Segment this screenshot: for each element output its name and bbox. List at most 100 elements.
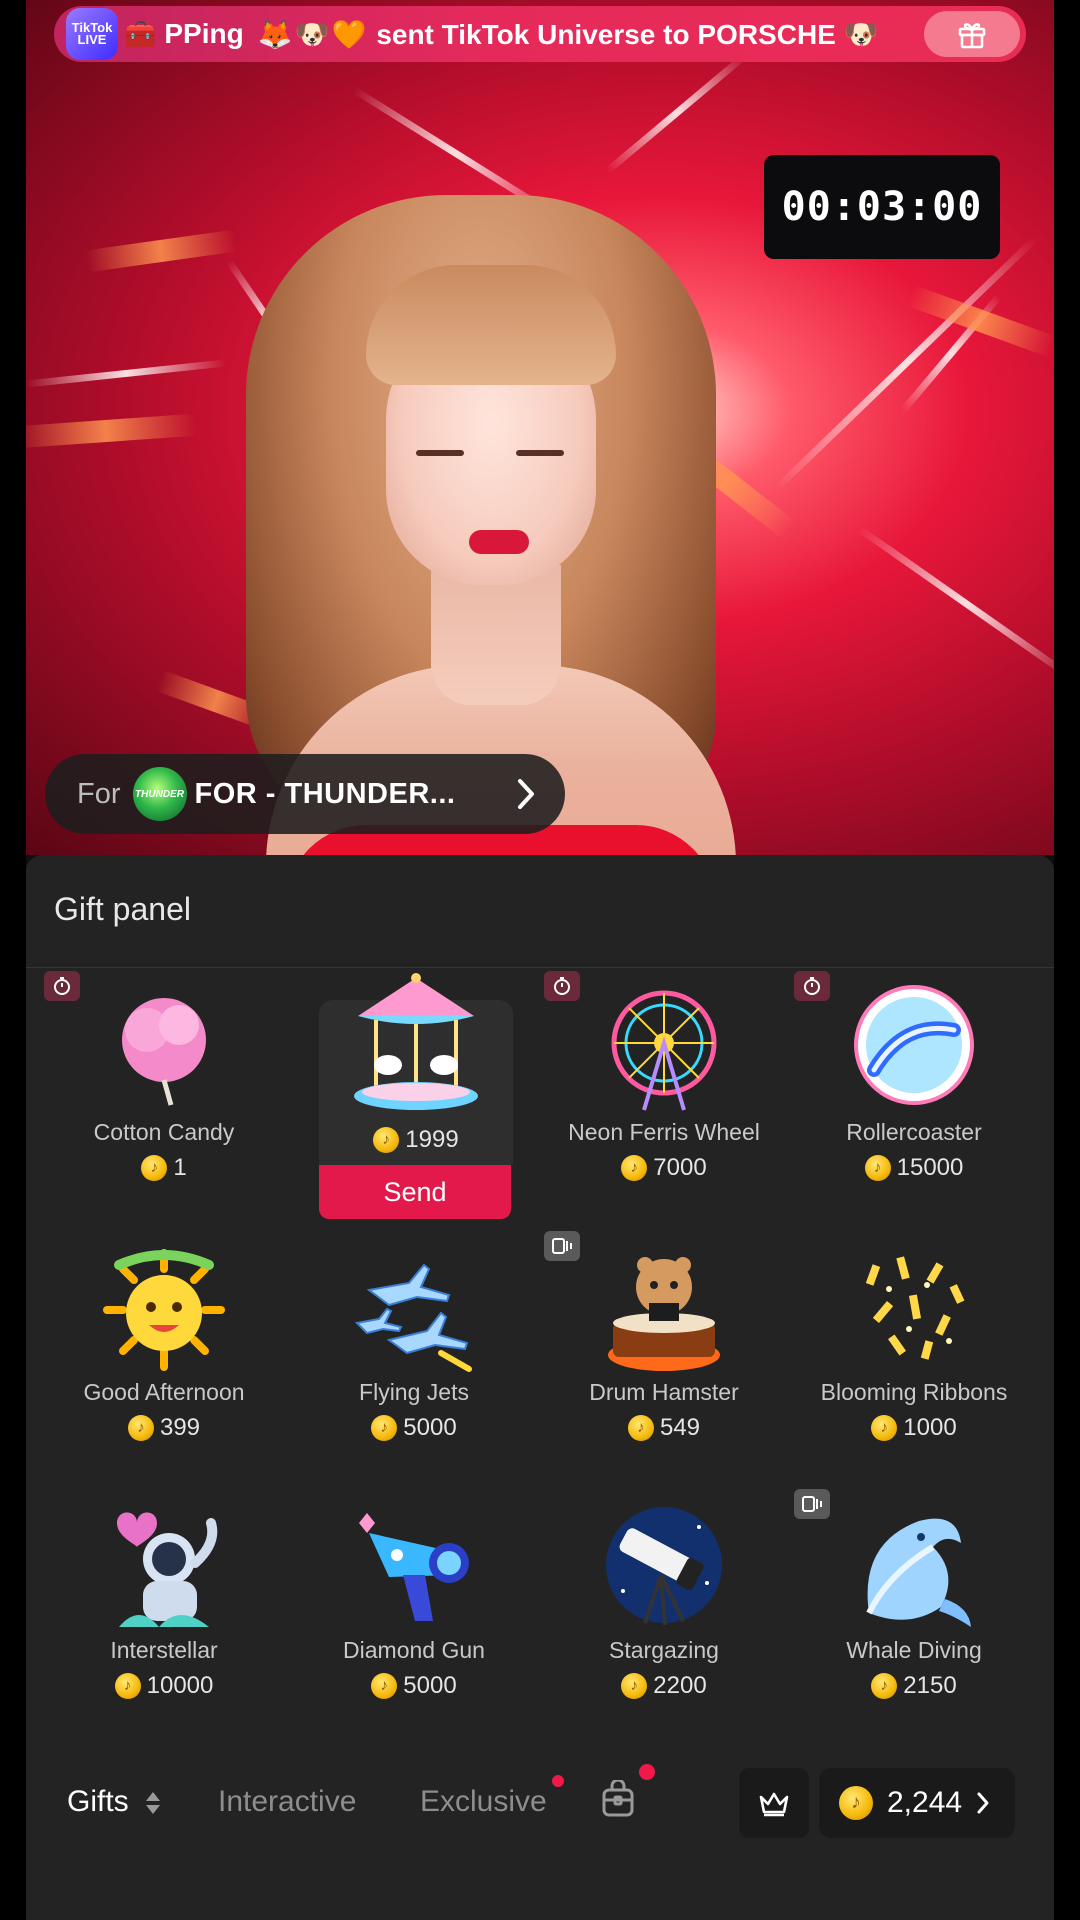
sender-name: PPing [164,18,244,49]
gift-price: 549 [564,1414,764,1442]
gift-name: Diamond Gun [343,1637,485,1663]
sort-icon [146,1792,161,1815]
recipient-name: FOR - THUNDER... [194,777,456,810]
streamer-bangs [366,265,616,385]
tab-interactive[interactable]: Interactive [218,1785,356,1819]
light-beam [26,359,226,388]
streamer-eye [416,450,464,456]
crown-icon [759,1792,789,1817]
gift-drum-hamster[interactable]: Drum Hamster 549 [544,1231,764,1442]
coin-icon [621,1155,648,1181]
gift-name: Good Afternoon [83,1379,245,1405]
gift-blooming-ribbons[interactable]: Blooming Ribbons 1000 [814,1245,1014,1442]
gift-box-icon [958,23,986,49]
panel-title: Gift panel [54,891,191,927]
gift-price: 5000 [314,1414,514,1442]
gift-good-afternoon[interactable]: Good Afternoon 399 [64,1245,264,1442]
gift-name: Cotton Candy [93,1119,235,1145]
whale-icon [849,1503,979,1633]
gift-price: 1 [64,1154,264,1182]
subscription-button[interactable] [739,1768,809,1838]
cotton-candy-icon [99,985,229,1115]
tab-gifts[interactable]: Gifts [67,1785,161,1819]
gift-price: 2150 [814,1672,1014,1700]
light-beam [604,52,748,175]
light-beam [774,235,1038,492]
backpack-button[interactable] [600,1778,636,1823]
gift-diamond-gun[interactable]: Diamond Gun 5000 [314,1503,514,1700]
coin-icon [114,1673,141,1699]
coin-icon [871,1673,898,1699]
gift-price: 10000 [64,1672,264,1700]
gift-price: 1999 [319,1126,513,1154]
tab-exclusive[interactable]: Exclusive [420,1785,547,1819]
live-video[interactable] [26,0,1054,855]
video-badge-icon [544,1231,580,1261]
coin-balance-button[interactable]: 2,244 [819,1768,1015,1838]
gift-cotton-candy[interactable]: Cotton Candy 1 [44,971,264,1182]
coin-balance: 2,244 [887,1786,963,1819]
recipient-selector[interactable]: For THUNDER FOR - THUNDER... [45,754,565,834]
telescope-icon [599,1503,729,1633]
coin-icon [839,1786,873,1820]
treasure-chest-icon: 🧰 [124,18,157,49]
selected-gift-card: 1999 [319,973,513,1165]
gift-carousel-selected[interactable]: 1999 Send [319,973,513,1219]
tab-gifts-label: Gifts [67,1785,129,1818]
streamer-eye [516,450,564,456]
panel-divider [26,967,1054,968]
carousel-icon [346,970,486,1120]
gift-notification-banner[interactable]: TikTok LIVE 🧰 PPing 🦊🐶🧡 sent TikTok Univ… [54,6,1026,62]
gift-name: Flying Jets [359,1379,469,1405]
gift-neon-ferris-wheel[interactable]: Neon Ferris Wheel 7000 [544,971,764,1182]
gift-price: 399 [64,1414,264,1442]
rollercoaster-icon [849,985,979,1115]
gift-name: Whale Diving [846,1637,982,1663]
coin-icon [871,1415,898,1441]
gift-stargazing[interactable]: Stargazing 2200 [564,1503,764,1700]
gift-whale-diving[interactable]: Whale Diving 2150 [794,1489,1014,1700]
timer-badge-icon [794,971,830,1001]
gift-interstellar[interactable]: Interstellar 10000 [64,1503,264,1700]
notification-message: sent TikTok Universe to PORSCHE 🐶 [376,18,879,50]
gift-name: Neon Ferris Wheel [568,1119,760,1145]
gift-price: 15000 [814,1154,1014,1182]
streamer-neck [431,565,561,705]
coin-icon [621,1673,648,1699]
tiktok-live-logo: TikTok LIVE [66,8,118,60]
light-bar [85,229,237,273]
timer-badge-icon [44,971,80,1001]
exclusive-notification-dot [552,1775,564,1787]
gift-rollercoaster[interactable]: Rollercoaster 15000 [794,971,1014,1182]
live-stream-frame: TikTok LIVE 🧰 PPing 🦊🐶🧡 sent TikTok Univ… [26,0,1054,1920]
send-button[interactable]: Send [319,1165,511,1219]
light-bar [26,413,197,449]
ferris-wheel-icon [599,985,729,1115]
gift-name: Stargazing [609,1637,719,1663]
gift-name: Interstellar [110,1637,218,1663]
diamond-gun-icon [349,1503,479,1633]
gift-price: 1000 [814,1414,1014,1442]
coin-icon [627,1415,654,1441]
coin-icon [127,1415,154,1441]
gift-name: Blooming Ribbons [820,1379,1008,1405]
hamster-icon [599,1245,729,1375]
jets-icon [349,1245,479,1375]
light-beam [857,526,1054,681]
sun-icon [99,1245,229,1375]
coin-icon [371,1415,398,1441]
coin-icon [141,1155,168,1181]
gift-price: 7000 [564,1154,764,1182]
timer-badge-icon [544,971,580,1001]
video-badge-icon [794,1489,830,1519]
chevron-right-icon [977,1792,989,1814]
ribbons-icon [849,1245,979,1375]
gift-name: Rollercoaster [846,1119,982,1145]
backpack-icon [602,1778,634,1817]
gift-price: 5000 [314,1672,514,1700]
coin-icon [371,1673,398,1699]
gift-name: Drum Hamster [589,1379,739,1405]
gift-box-button[interactable] [924,11,1020,57]
recipient-avatar: THUNDER [132,767,187,821]
gift-flying-jets[interactable]: Flying Jets 5000 [314,1245,514,1442]
